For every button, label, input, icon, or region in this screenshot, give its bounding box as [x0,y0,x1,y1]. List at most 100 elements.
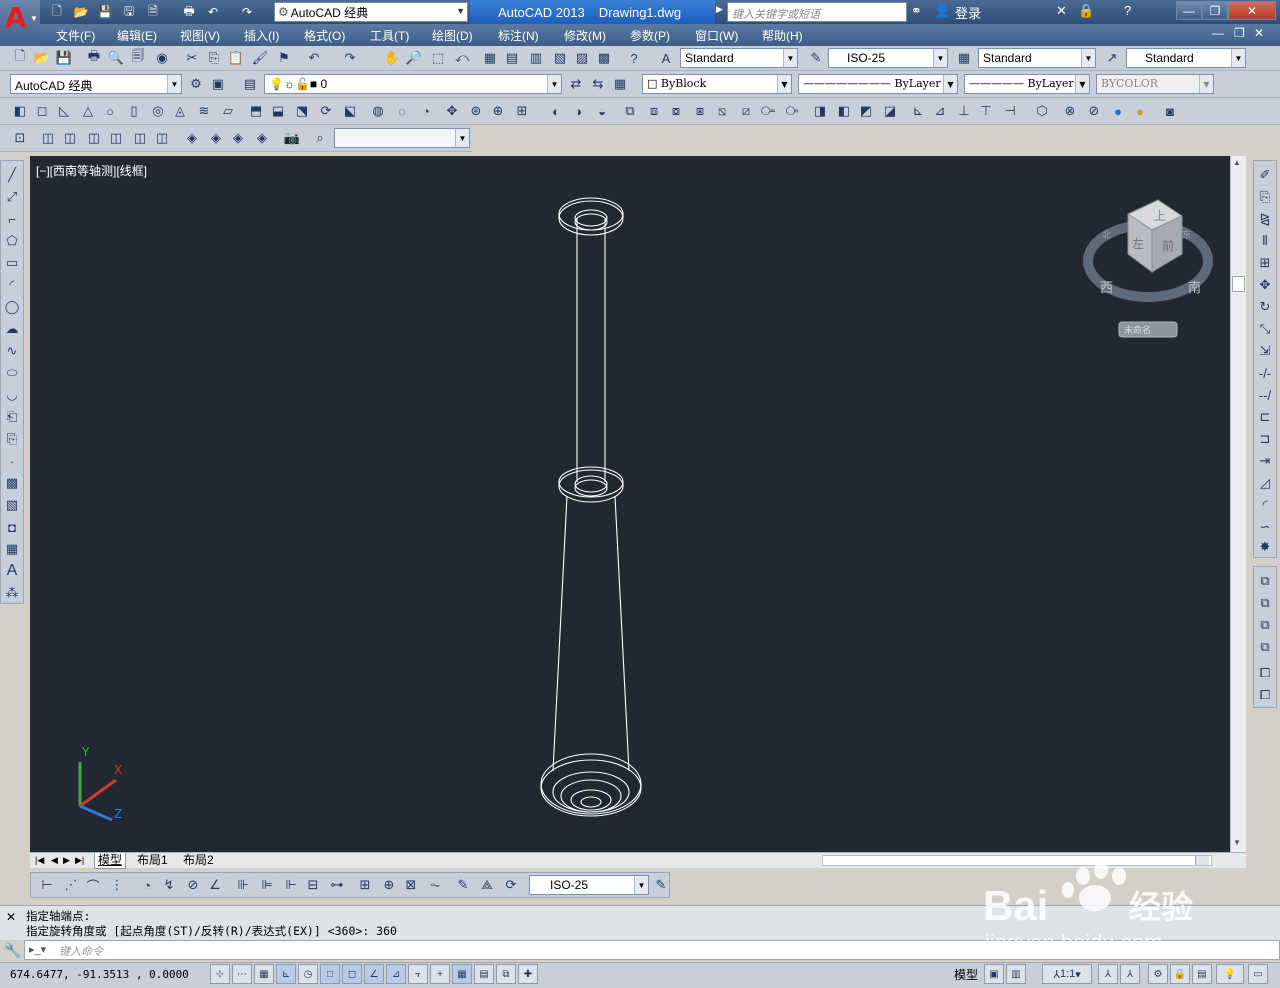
menu-dimension[interactable]: 标注(N) [498,27,539,44]
tolerance-icon[interactable]: ⊞ [355,875,375,895]
rotate-icon[interactable]: ↻ [1255,297,1275,317]
add-selected-icon[interactable]: ⁂ [2,583,22,603]
preview-icon[interactable]: 🔍 [106,48,126,68]
match-props-icon[interactable]: 🖌 [250,48,270,68]
se-iso-icon[interactable]: ◈ [206,128,226,148]
mleader-style-icon[interactable]: ↗ [1102,48,1122,68]
region-icon[interactable]: ◘ [2,517,22,537]
solid-edit-2-icon[interactable]: ⧈ [644,101,664,121]
osnap-icon[interactable]: □ [320,964,340,984]
ucs-face-icon[interactable]: ⊿ [930,101,950,121]
break-at-point-icon[interactable]: ⊏ [1255,407,1275,427]
linear-dim-icon[interactable]: ⊢ [37,875,57,895]
box-icon[interactable]: ◻ [32,101,52,121]
hardware-accel-icon[interactable]: ▤ [1192,964,1212,984]
view-front-icon[interactable]: ◫ [130,128,150,148]
viewcube-north-label[interactable]: 北 [1102,230,1111,241]
copy-object-icon[interactable]: ⎘ [1255,187,1275,207]
diameter-icon[interactable]: ⊘ [183,875,203,895]
design-center-icon[interactable]: ▤ [502,48,522,68]
mleader-style-select[interactable]: Standard ▼ [1126,48,1246,68]
ellipse-arc-icon[interactable]: ◡ [2,385,22,405]
solid-edit-8-icon[interactable]: ⧂ [782,101,802,121]
dim-style-select[interactable]: ISO-25 ▼ [828,48,948,68]
mirror-icon[interactable]: ⧎ [1255,209,1275,229]
minimize-button[interactable]: — [1176,1,1202,20]
workspace-settings-icon[interactable]: ▣ [208,74,228,94]
polygon-icon[interactable]: ⬠ [2,231,22,251]
pyramid-icon[interactable]: ◬ [170,101,190,121]
open-icon[interactable]: 📂 [32,48,52,68]
snap-icon[interactable]: ⋯ [232,964,252,984]
explode-icon[interactable]: ✸ [1255,537,1275,557]
save-as-icon[interactable]: 🖫 [120,3,138,21]
save-icon[interactable]: 💾 [54,48,74,68]
named-views-icon[interactable]: ⊡ [10,128,30,148]
view-right-icon[interactable]: ◪ [880,101,900,121]
join-icon[interactable]: ⇥ [1255,451,1275,471]
redo-icon[interactable]: ↷ [340,48,360,68]
drawing-quickview-icon[interactable]: ▥ [1006,964,1026,984]
solid-edit-1-icon[interactable]: ⧉ [620,101,640,121]
properties-icon[interactable]: ▦ [480,48,500,68]
visual-style-2d-icon[interactable]: ◐ [546,101,566,121]
restore-button[interactable]: ❐ [1202,1,1228,20]
view-left-icon[interactable]: ◩ [856,101,876,121]
view-select[interactable]: ▼ [334,128,470,148]
loft-icon[interactable]: ⬕ [340,101,360,121]
menu-modify[interactable]: 修改(M) [564,27,606,44]
menu-view[interactable]: 视图(V) [180,27,220,44]
sw-iso-icon[interactable]: ◈ [182,128,202,148]
ordinate-icon[interactable]: ⋮ [107,875,127,895]
tab-layout1[interactable]: 布局1 [134,853,171,869]
tab-model[interactable]: 模型 [94,853,127,869]
3d-print-icon[interactable]: ◉ [152,48,172,68]
solid-edit-5-icon[interactable]: ⧅ [712,101,732,121]
solid-edit-6-icon[interactable]: ⧄ [736,101,756,121]
ucs-origin-icon[interactable]: ⊣ [1000,101,1020,121]
menu-draw[interactable]: 绘图(D) [432,27,473,44]
revcloud-icon[interactable]: ☁ [2,319,22,339]
spline-icon[interactable]: ∿ [2,341,22,361]
tab-nav-last-icon[interactable]: ▶| [72,853,87,869]
render-window-icon[interactable]: ◙ [1160,101,1180,121]
isolate-objects-icon[interactable]: 💡 [1216,964,1244,984]
markup-icon[interactable]: ▨ [572,48,592,68]
visual-style-wireframe-icon[interactable]: ◑ [568,101,588,121]
table-style-select[interactable]: Standard ▼ [978,48,1096,68]
visual-style-hidden-icon[interactable]: ◒ [592,101,612,121]
send-under-icon[interactable]: ⧉ [1255,637,1275,657]
arc-length-icon[interactable]: ⌒ [83,875,103,895]
scroll-down-icon[interactable]: ▼ [1233,838,1241,847]
tab-nav-prev-icon[interactable]: ◀ [48,853,61,869]
plot-icon[interactable]: 🖶 [84,48,104,68]
quick-dim-icon[interactable]: ⊪ [233,875,253,895]
tab-nav-next-icon[interactable]: ▶ [60,853,73,869]
lineweight-icon[interactable]: + [430,964,450,984]
jogged-linear-icon[interactable]: ⏦ [425,875,445,895]
menu-parametric[interactable]: 参数(P) [630,27,670,44]
new-icon[interactable]: 🗋 [10,48,30,68]
insert-block-icon[interactable]: ⎗ [2,407,22,427]
autoscale-icon[interactable]: ⅄ [1120,964,1140,984]
close-icon[interactable]: ✕ [6,910,16,924]
stretch-icon[interactable]: ⇲ [1255,341,1275,361]
solid-edit-4-icon[interactable]: ⧆ [690,101,710,121]
copy-icon[interactable]: ⎘ [204,48,224,68]
camera-icon[interactable]: 📷 [282,128,302,148]
cut-icon[interactable]: ✂ [182,48,202,68]
arc-icon[interactable]: ◜ [2,275,22,295]
circle-icon[interactable]: ◯ [2,297,22,317]
ucs-icon[interactable]: ⊾ [908,101,928,121]
scale-icon[interactable]: ⤡ [1255,319,1275,339]
wrench-icon[interactable]: 🔧 [4,942,21,959]
otrack-icon[interactable]: ∠ [364,964,384,984]
jogged-icon[interactable]: ↯ [159,875,179,895]
view-back-icon[interactable]: ◫ [152,128,172,148]
revolve-icon[interactable]: ⟳ [316,101,336,121]
tab-layout2[interactable]: 布局2 [180,853,217,869]
menu-tools[interactable]: 工具(T) [370,27,409,44]
aligned-dim-icon[interactable]: ⋰ [61,875,81,895]
dyn-icon[interactable]: ⫟ [408,964,428,984]
scroll-thumb[interactable] [1232,276,1245,292]
